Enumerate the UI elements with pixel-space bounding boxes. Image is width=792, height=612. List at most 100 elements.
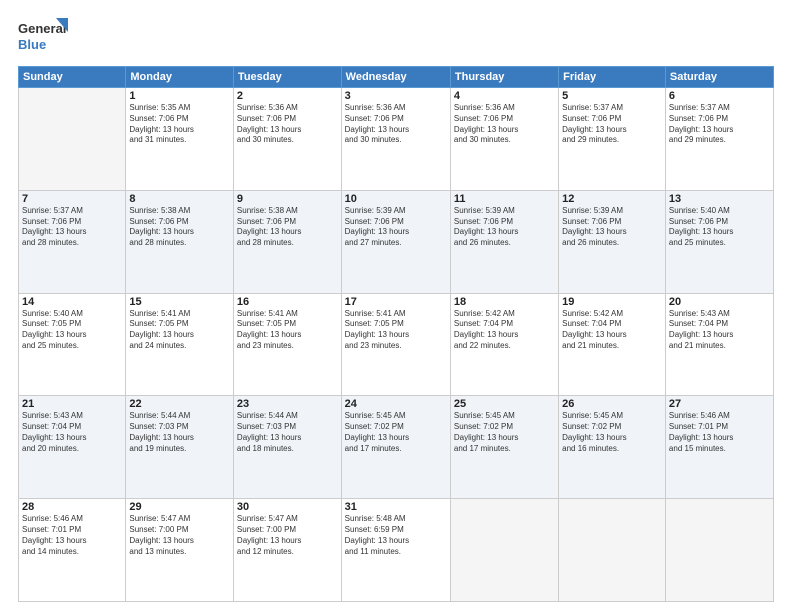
day-info: Sunrise: 5:40 AM Sunset: 7:05 PM Dayligh… bbox=[22, 309, 122, 352]
calendar-body: 1Sunrise: 5:35 AM Sunset: 7:06 PM Daylig… bbox=[19, 88, 774, 602]
day-number: 28 bbox=[22, 501, 122, 513]
day-number: 24 bbox=[345, 398, 447, 410]
day-cell: 9Sunrise: 5:38 AM Sunset: 7:06 PM Daylig… bbox=[233, 190, 341, 293]
day-number: 2 bbox=[237, 90, 338, 102]
day-cell: 10Sunrise: 5:39 AM Sunset: 7:06 PM Dayli… bbox=[341, 190, 450, 293]
day-number: 15 bbox=[129, 296, 230, 308]
day-cell: 20Sunrise: 5:43 AM Sunset: 7:04 PM Dayli… bbox=[665, 293, 773, 396]
day-cell: 24Sunrise: 5:45 AM Sunset: 7:02 PM Dayli… bbox=[341, 396, 450, 499]
svg-text:General: General bbox=[18, 21, 66, 36]
day-cell bbox=[19, 88, 126, 191]
day-info: Sunrise: 5:36 AM Sunset: 7:06 PM Dayligh… bbox=[345, 103, 447, 146]
col-header-friday: Friday bbox=[559, 67, 666, 88]
day-cell: 25Sunrise: 5:45 AM Sunset: 7:02 PM Dayli… bbox=[450, 396, 558, 499]
day-info: Sunrise: 5:36 AM Sunset: 7:06 PM Dayligh… bbox=[237, 103, 338, 146]
day-info: Sunrise: 5:44 AM Sunset: 7:03 PM Dayligh… bbox=[129, 411, 230, 454]
day-number: 29 bbox=[129, 501, 230, 513]
svg-text:Blue: Blue bbox=[18, 37, 46, 52]
day-cell: 8Sunrise: 5:38 AM Sunset: 7:06 PM Daylig… bbox=[126, 190, 234, 293]
day-info: Sunrise: 5:41 AM Sunset: 7:05 PM Dayligh… bbox=[345, 309, 447, 352]
column-headers: SundayMondayTuesdayWednesdayThursdayFrid… bbox=[19, 67, 774, 88]
logo-svg: General Blue bbox=[18, 16, 70, 58]
day-cell: 26Sunrise: 5:45 AM Sunset: 7:02 PM Dayli… bbox=[559, 396, 666, 499]
day-info: Sunrise: 5:43 AM Sunset: 7:04 PM Dayligh… bbox=[22, 411, 122, 454]
day-number: 11 bbox=[454, 193, 555, 205]
day-cell bbox=[450, 499, 558, 602]
day-cell: 17Sunrise: 5:41 AM Sunset: 7:05 PM Dayli… bbox=[341, 293, 450, 396]
day-cell: 11Sunrise: 5:39 AM Sunset: 7:06 PM Dayli… bbox=[450, 190, 558, 293]
day-info: Sunrise: 5:38 AM Sunset: 7:06 PM Dayligh… bbox=[237, 206, 338, 249]
day-info: Sunrise: 5:36 AM Sunset: 7:06 PM Dayligh… bbox=[454, 103, 555, 146]
day-cell: 15Sunrise: 5:41 AM Sunset: 7:05 PM Dayli… bbox=[126, 293, 234, 396]
day-info: Sunrise: 5:46 AM Sunset: 7:01 PM Dayligh… bbox=[669, 411, 770, 454]
day-info: Sunrise: 5:46 AM Sunset: 7:01 PM Dayligh… bbox=[22, 514, 122, 557]
day-number: 12 bbox=[562, 193, 662, 205]
col-header-thursday: Thursday bbox=[450, 67, 558, 88]
day-info: Sunrise: 5:44 AM Sunset: 7:03 PM Dayligh… bbox=[237, 411, 338, 454]
day-info: Sunrise: 5:37 AM Sunset: 7:06 PM Dayligh… bbox=[562, 103, 662, 146]
day-info: Sunrise: 5:47 AM Sunset: 7:00 PM Dayligh… bbox=[129, 514, 230, 557]
page: General Blue SundayMondayTuesdayWednesda… bbox=[0, 0, 792, 612]
day-number: 16 bbox=[237, 296, 338, 308]
day-number: 27 bbox=[669, 398, 770, 410]
day-info: Sunrise: 5:45 AM Sunset: 7:02 PM Dayligh… bbox=[454, 411, 555, 454]
col-header-sunday: Sunday bbox=[19, 67, 126, 88]
day-number: 18 bbox=[454, 296, 555, 308]
day-info: Sunrise: 5:42 AM Sunset: 7:04 PM Dayligh… bbox=[562, 309, 662, 352]
day-number: 9 bbox=[237, 193, 338, 205]
day-number: 20 bbox=[669, 296, 770, 308]
day-cell: 13Sunrise: 5:40 AM Sunset: 7:06 PM Dayli… bbox=[665, 190, 773, 293]
header: General Blue bbox=[18, 16, 774, 58]
day-cell: 19Sunrise: 5:42 AM Sunset: 7:04 PM Dayli… bbox=[559, 293, 666, 396]
day-number: 21 bbox=[22, 398, 122, 410]
day-cell: 6Sunrise: 5:37 AM Sunset: 7:06 PM Daylig… bbox=[665, 88, 773, 191]
day-cell: 14Sunrise: 5:40 AM Sunset: 7:05 PM Dayli… bbox=[19, 293, 126, 396]
day-cell: 18Sunrise: 5:42 AM Sunset: 7:04 PM Dayli… bbox=[450, 293, 558, 396]
day-number: 26 bbox=[562, 398, 662, 410]
day-number: 19 bbox=[562, 296, 662, 308]
day-number: 10 bbox=[345, 193, 447, 205]
col-header-saturday: Saturday bbox=[665, 67, 773, 88]
calendar-table: SundayMondayTuesdayWednesdayThursdayFrid… bbox=[18, 66, 774, 602]
day-info: Sunrise: 5:48 AM Sunset: 6:59 PM Dayligh… bbox=[345, 514, 447, 557]
day-number: 25 bbox=[454, 398, 555, 410]
week-row-2: 7Sunrise: 5:37 AM Sunset: 7:06 PM Daylig… bbox=[19, 190, 774, 293]
day-info: Sunrise: 5:45 AM Sunset: 7:02 PM Dayligh… bbox=[345, 411, 447, 454]
day-info: Sunrise: 5:37 AM Sunset: 7:06 PM Dayligh… bbox=[669, 103, 770, 146]
day-number: 7 bbox=[22, 193, 122, 205]
day-info: Sunrise: 5:41 AM Sunset: 7:05 PM Dayligh… bbox=[237, 309, 338, 352]
day-info: Sunrise: 5:39 AM Sunset: 7:06 PM Dayligh… bbox=[562, 206, 662, 249]
day-number: 17 bbox=[345, 296, 447, 308]
day-number: 13 bbox=[669, 193, 770, 205]
week-row-3: 14Sunrise: 5:40 AM Sunset: 7:05 PM Dayli… bbox=[19, 293, 774, 396]
day-number: 3 bbox=[345, 90, 447, 102]
day-cell: 12Sunrise: 5:39 AM Sunset: 7:06 PM Dayli… bbox=[559, 190, 666, 293]
day-cell: 30Sunrise: 5:47 AM Sunset: 7:00 PM Dayli… bbox=[233, 499, 341, 602]
day-cell: 23Sunrise: 5:44 AM Sunset: 7:03 PM Dayli… bbox=[233, 396, 341, 499]
day-number: 14 bbox=[22, 296, 122, 308]
col-header-tuesday: Tuesday bbox=[233, 67, 341, 88]
day-number: 23 bbox=[237, 398, 338, 410]
day-info: Sunrise: 5:38 AM Sunset: 7:06 PM Dayligh… bbox=[129, 206, 230, 249]
day-number: 22 bbox=[129, 398, 230, 410]
col-header-wednesday: Wednesday bbox=[341, 67, 450, 88]
day-info: Sunrise: 5:41 AM Sunset: 7:05 PM Dayligh… bbox=[129, 309, 230, 352]
col-header-monday: Monday bbox=[126, 67, 234, 88]
day-cell: 21Sunrise: 5:43 AM Sunset: 7:04 PM Dayli… bbox=[19, 396, 126, 499]
day-number: 31 bbox=[345, 501, 447, 513]
week-row-1: 1Sunrise: 5:35 AM Sunset: 7:06 PM Daylig… bbox=[19, 88, 774, 191]
day-number: 1 bbox=[129, 90, 230, 102]
day-number: 8 bbox=[129, 193, 230, 205]
day-number: 30 bbox=[237, 501, 338, 513]
day-info: Sunrise: 5:40 AM Sunset: 7:06 PM Dayligh… bbox=[669, 206, 770, 249]
day-info: Sunrise: 5:39 AM Sunset: 7:06 PM Dayligh… bbox=[454, 206, 555, 249]
day-cell: 3Sunrise: 5:36 AM Sunset: 7:06 PM Daylig… bbox=[341, 88, 450, 191]
day-cell: 28Sunrise: 5:46 AM Sunset: 7:01 PM Dayli… bbox=[19, 499, 126, 602]
day-cell: 27Sunrise: 5:46 AM Sunset: 7:01 PM Dayli… bbox=[665, 396, 773, 499]
day-cell: 2Sunrise: 5:36 AM Sunset: 7:06 PM Daylig… bbox=[233, 88, 341, 191]
day-info: Sunrise: 5:43 AM Sunset: 7:04 PM Dayligh… bbox=[669, 309, 770, 352]
week-row-5: 28Sunrise: 5:46 AM Sunset: 7:01 PM Dayli… bbox=[19, 499, 774, 602]
day-cell: 22Sunrise: 5:44 AM Sunset: 7:03 PM Dayli… bbox=[126, 396, 234, 499]
day-info: Sunrise: 5:47 AM Sunset: 7:00 PM Dayligh… bbox=[237, 514, 338, 557]
day-number: 6 bbox=[669, 90, 770, 102]
